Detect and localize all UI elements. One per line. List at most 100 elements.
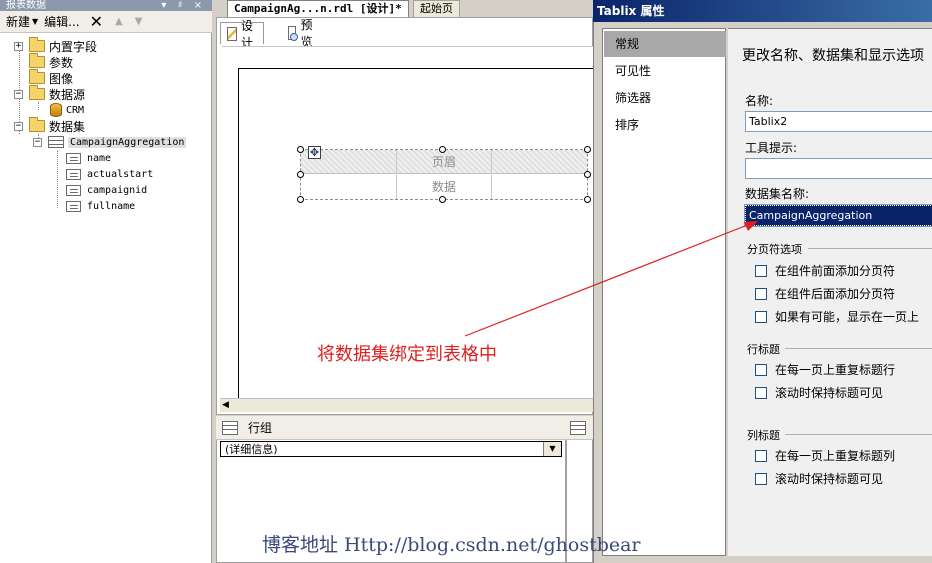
content-heading: 更改名称、数据集和显示选项 <box>742 48 924 64</box>
nav-item-filters[interactable]: 筛选器 <box>604 85 726 111</box>
option-label: 在组件后面添加分页符 <box>775 287 896 301</box>
details-group-item[interactable]: (详细信息) ▼ <box>220 441 562 457</box>
tab-design[interactable]: 设计 <box>220 19 265 50</box>
freeze-col-header-option[interactable]: 滚动时保持标题可见 <box>755 470 883 487</box>
scroll-left-icon[interactable]: ◀ <box>222 400 229 410</box>
tree-node-images[interactable]: 图像 <box>29 69 73 86</box>
dataset-name-label: 数据集名称: <box>745 187 810 201</box>
section-divider <box>785 434 932 435</box>
name-field[interactable]: Tablix2 <box>745 111 932 132</box>
keep-together-checkbox[interactable] <box>755 310 767 323</box>
collapse-icon[interactable]: − <box>14 121 23 131</box>
details-group-label: (详细信息) <box>225 443 278 456</box>
new-menu-button[interactable]: 新建 ▼ <box>6 13 38 30</box>
row-groups-title: 行组 <box>248 421 273 435</box>
freeze-row-header-option[interactable]: 滚动时保持标题可见 <box>755 384 883 401</box>
nav-item-sorting[interactable]: 排序 <box>604 112 726 138</box>
tooltip-field[interactable] <box>745 158 932 179</box>
tree-node-label: name <box>87 152 112 164</box>
resize-handle[interactable] <box>297 146 304 153</box>
tree-node-field[interactable]: campaignid <box>66 182 147 198</box>
resize-handle[interactable] <box>297 196 304 203</box>
tab-preview[interactable]: 预览 <box>282 18 322 49</box>
section-divider <box>785 348 932 349</box>
tree-node-label: 参数 <box>49 55 74 70</box>
repeat-row-header-checkbox[interactable] <box>755 363 767 376</box>
tab-report-design[interactable]: CampaignAg...n.rdl [设计]* <box>227 0 409 17</box>
tablix-control[interactable]: 页眉 数据 <box>297 146 591 203</box>
move-down-icon[interactable]: ▼ <box>135 16 143 27</box>
option-label: 滚动时保持标题可见 <box>775 472 884 486</box>
collapse-icon[interactable]: − <box>14 89 23 99</box>
repeat-row-header-option[interactable]: 在每一页上重复标题行 <box>755 361 895 378</box>
tree-node-dataset-campaignaggregation[interactable]: − CampaignAggregation <box>33 134 187 150</box>
resize-handle[interactable] <box>584 171 591 178</box>
pane-title-text: 报表数据 <box>6 0 46 11</box>
resize-handle[interactable] <box>439 196 446 203</box>
expand-icon[interactable]: + <box>14 41 23 51</box>
page-break-after-option[interactable]: 在组件后面添加分页符 <box>755 285 895 302</box>
preview-icon <box>288 26 300 41</box>
dataset-name-select[interactable]: CampaignAggregation <box>744 204 932 227</box>
new-menu-label: 新建 <box>6 15 31 29</box>
tablix-data-cell[interactable]: 数据 <box>397 175 492 199</box>
field-icon <box>66 200 81 212</box>
delete-icon[interactable]: ✕ <box>90 12 103 31</box>
resize-handle[interactable] <box>439 146 446 153</box>
document-tab-strip: CampaignAg...n.rdl [设计]* 起始页 <box>213 0 593 17</box>
row-groups-header: 行组 <box>216 416 566 440</box>
tree-node-field[interactable]: actualstart <box>66 166 153 182</box>
section-divider <box>808 248 932 249</box>
resize-handle[interactable] <box>584 196 591 203</box>
edit-button[interactable]: 编辑... <box>44 13 79 30</box>
page-break-after-checkbox[interactable] <box>755 287 767 300</box>
tree-node-label: 数据集 <box>49 119 86 134</box>
name-label: 名称: <box>745 94 774 108</box>
design-icon <box>227 26 237 41</box>
tree-node-parameters[interactable]: 参数 <box>29 53 74 70</box>
move-up-icon[interactable]: ▲ <box>115 16 123 27</box>
tree-node-datasource-crm[interactable]: CRM <box>50 102 84 118</box>
horizontal-scrollbar[interactable]: ◀ <box>220 398 593 412</box>
field-icon <box>66 184 81 196</box>
nav-item-visibility[interactable]: 可见性 <box>604 58 726 84</box>
dropdown-arrow-icon[interactable]: ▼ <box>543 442 561 456</box>
move-handle-icon[interactable]: ✥ <box>308 146 321 159</box>
tablix-header-cell[interactable]: 页眉 <box>397 150 492 174</box>
tree-node-datasets[interactable]: − 数据集 <box>14 117 86 134</box>
tree-node-label: 数据源 <box>49 87 86 102</box>
pane-window-controls[interactable]: ▾ ♯ × <box>161 0 206 11</box>
blog-watermark: 博客地址 Http://blog.csdn.net/ghostbear <box>262 534 641 556</box>
repeat-col-header-option[interactable]: 在每一页上重复标题列 <box>755 447 895 464</box>
tab-start-page[interactable]: 起始页 <box>413 0 460 17</box>
tree-node-builtin-fields[interactable]: + 内置字段 <box>14 37 97 54</box>
keep-together-option[interactable]: 如果有可能，显示在一页上 <box>755 308 919 325</box>
repeat-col-header-checkbox[interactable] <box>755 449 767 462</box>
tree-node-field[interactable]: fullname <box>66 198 135 214</box>
folder-open-icon <box>29 117 45 132</box>
tablix-cell[interactable] <box>301 175 397 199</box>
freeze-row-header-checkbox[interactable] <box>755 386 767 399</box>
annotation-text: 将数据集绑定到表格中 <box>317 344 497 365</box>
tree-node-label: actualstart <box>87 168 154 180</box>
chevron-down-icon: ▼ <box>32 17 39 26</box>
tablix-cell[interactable] <box>492 150 587 174</box>
resize-handle[interactable] <box>297 171 304 178</box>
resize-handle[interactable] <box>584 146 591 153</box>
tooltip-label: 工具提示: <box>745 141 798 155</box>
column-groups-header <box>566 416 593 440</box>
tree-node-datasources[interactable]: − 数据源 <box>14 85 86 102</box>
option-label: 在每一页上重复标题列 <box>775 449 896 463</box>
freeze-col-header-checkbox[interactable] <box>755 472 767 485</box>
tablix-cell[interactable] <box>492 175 587 199</box>
page-break-before-checkbox[interactable] <box>755 264 767 277</box>
tree-node-label: CampaignAggregation <box>68 136 187 148</box>
tablix-header-row: 页眉 <box>301 150 587 174</box>
dataset-icon <box>48 136 64 148</box>
folder-icon <box>29 37 45 52</box>
folder-open-icon <box>29 85 45 100</box>
collapse-icon[interactable]: − <box>33 137 42 147</box>
nav-item-general[interactable]: 常规 <box>604 31 726 57</box>
page-break-before-option[interactable]: 在组件前面添加分页符 <box>755 262 895 279</box>
tree-node-field[interactable]: name <box>66 150 111 166</box>
